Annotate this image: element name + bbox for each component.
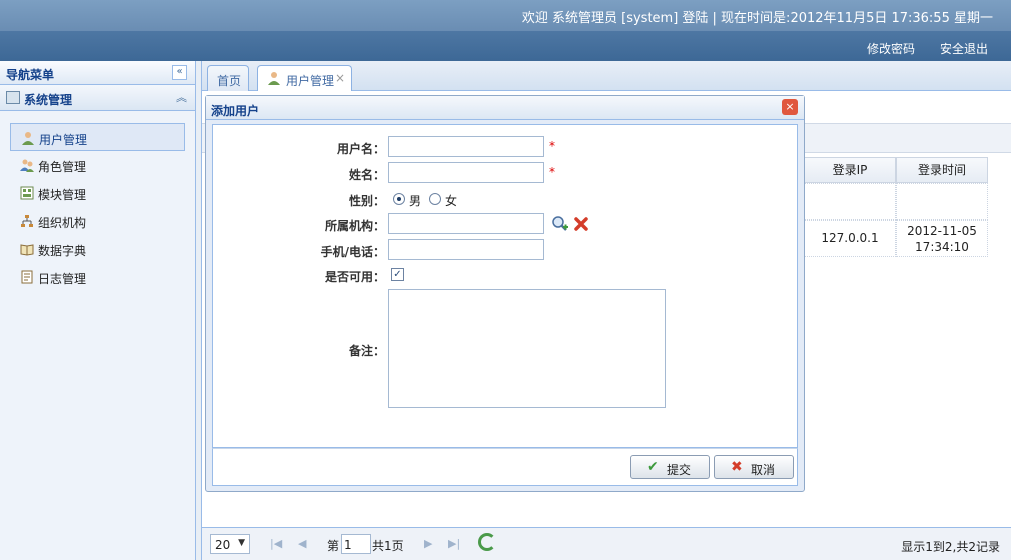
required-mark: * <box>549 165 555 179</box>
enabled-label: 是否可用： <box>324 270 385 284</box>
org-icon <box>21 215 33 227</box>
pager: 20 ▼ |◀ ◀ 第 1 共1页 ▶ ▶| 显示1到2,共2记录 <box>202 527 1011 560</box>
navigation-panel: 导航菜单 « 系统管理 ︽ 用户管理 角色管理 模块管理 组织机构 数据字典 日… <box>0 61 196 560</box>
dialog-footer: ✔ 提交 ✖ 取消 <box>212 448 798 486</box>
user-icon <box>22 132 34 145</box>
time-date: 2012-11-05 <box>907 224 977 238</box>
sidebar-item-data-dictionary[interactable]: 数据字典 <box>10 235 185 263</box>
required-mark: * <box>549 139 555 153</box>
org-input[interactable] <box>388 213 544 234</box>
nav-section-system[interactable]: 系统管理 ︽ <box>0 85 195 111</box>
table-cell <box>804 183 896 220</box>
username-label: 用户名： <box>336 142 385 156</box>
home-icon <box>6 91 20 104</box>
module-icon <box>20 186 34 200</box>
username-input[interactable] <box>388 136 544 157</box>
gender-female-label: 女 <box>445 194 458 208</box>
page-number-input[interactable]: 1 <box>341 534 371 554</box>
table-cell-time: 2012-11-05 17:34:10 <box>896 220 988 257</box>
clear-icon[interactable] <box>573 216 589 232</box>
log-icon <box>21 270 33 284</box>
enabled-checkbox[interactable]: ✓ <box>391 268 404 281</box>
last-page-icon[interactable]: ▶| <box>448 537 460 550</box>
page-size-value: 20 <box>215 538 231 552</box>
prev-page-icon[interactable]: ◀ <box>298 537 306 550</box>
pager-info: 显示1到2,共2记录 <box>901 540 1000 554</box>
tab-label: 用户管理 <box>286 74 335 88</box>
tab-home[interactable]: 首页 <box>207 65 249 91</box>
gender-male-radio[interactable] <box>393 193 405 205</box>
change-password-link[interactable]: 修改密码 <box>867 40 915 57</box>
nav-items: 用户管理 角色管理 模块管理 组织机构 数据字典 日志管理 <box>0 111 195 291</box>
phone-input[interactable] <box>388 239 544 260</box>
dialog-title-bar[interactable]: 添加用户 × <box>206 96 804 120</box>
remark-textarea[interactable] <box>388 289 666 408</box>
gender-male-label: 男 <box>409 194 422 208</box>
table-cell-ip: 127.0.0.1 <box>804 220 896 257</box>
close-icon[interactable]: × <box>335 71 345 85</box>
nav-header: 导航菜单 « <box>0 61 195 85</box>
tab-label: 首页 <box>217 74 242 88</box>
tab-strip: 首页 用户管理 × <box>202 61 1011 91</box>
sidebar-item-role-management[interactable]: 角色管理 <box>10 151 185 179</box>
sidebar-item-user-management[interactable]: 用户管理 <box>10 123 185 151</box>
sidebar-item-label: 用户管理 <box>39 133 88 147</box>
cancel-label: 取消 <box>751 463 776 477</box>
tab-user-management[interactable]: 用户管理 × <box>257 65 352 91</box>
top-subbar: 修改密码 安全退出 <box>0 31 1011 61</box>
refresh-icon[interactable] <box>478 533 496 551</box>
page-total: 共1页 <box>372 539 404 553</box>
sidebar-item-organization[interactable]: 组织机构 <box>10 207 185 235</box>
time-clock: 17:34:10 <box>915 240 969 254</box>
add-user-dialog: 添加用户 × 用户名： * 姓名： * 性别： 男 女 所属机构： 手机/电话：… <box>205 95 805 492</box>
gender-label: 性别： <box>348 194 385 208</box>
phone-label: 手机/电话： <box>320 245 385 259</box>
next-page-icon[interactable]: ▶ <box>424 537 432 550</box>
close-icon[interactable]: × <box>782 99 798 115</box>
sidebar-item-label: 角色管理 <box>38 160 87 174</box>
welcome-text: 欢迎 系统管理员 [system] 登陆 | 现在时间是:2012年11月5日 … <box>521 11 993 26</box>
search-icon[interactable] <box>551 215 569 233</box>
gender-female-radio[interactable] <box>429 193 441 205</box>
page-size-select[interactable]: 20 ▼ <box>210 534 250 554</box>
logout-link[interactable]: 安全退出 <box>940 40 988 57</box>
cancel-icon: ✖ <box>731 459 743 475</box>
submit-label: 提交 <box>667 463 692 477</box>
page-prefix: 第 <box>327 539 340 553</box>
users-icon <box>20 159 34 172</box>
section-collapse-icon[interactable]: ︽ <box>176 89 187 105</box>
dialog-title: 添加用户 <box>211 104 260 118</box>
chevron-down-icon: ▼ <box>238 538 245 548</box>
org-label: 所属机构： <box>324 219 385 233</box>
sidebar-item-label: 日志管理 <box>38 272 87 286</box>
sidebar-item-label: 数据字典 <box>38 244 87 258</box>
nav-section-label: 系统管理 <box>24 93 73 107</box>
sidebar-item-label: 模块管理 <box>38 188 87 202</box>
book-icon <box>20 244 34 256</box>
first-page-icon[interactable]: |◀ <box>270 537 282 550</box>
sidebar-item-module-management[interactable]: 模块管理 <box>10 179 185 207</box>
submit-button[interactable]: ✔ 提交 <box>630 455 710 479</box>
column-header-login-ip[interactable]: 登录IP <box>804 157 896 183</box>
dialog-form: 用户名： * 姓名： * 性别： 男 女 所属机构： 手机/电话： 是否可用： … <box>212 124 798 448</box>
sidebar-item-log-management[interactable]: 日志管理 <box>10 263 185 291</box>
check-icon: ✔ <box>647 459 659 475</box>
name-label: 姓名： <box>348 168 385 182</box>
table-cell <box>896 183 988 220</box>
name-input[interactable] <box>388 162 544 183</box>
sidebar-item-label: 组织机构 <box>38 216 87 230</box>
cancel-button[interactable]: ✖ 取消 <box>714 455 794 479</box>
user-icon <box>268 72 280 85</box>
column-header-login-time[interactable]: 登录时间 <box>896 157 988 183</box>
nav-collapse-button[interactable]: « <box>172 65 187 80</box>
remark-label: 备注： <box>348 344 385 358</box>
top-header: 欢迎 系统管理员 [system] 登陆 | 现在时间是:2012年11月5日 … <box>0 0 1011 31</box>
nav-title: 导航菜单 <box>6 68 55 82</box>
